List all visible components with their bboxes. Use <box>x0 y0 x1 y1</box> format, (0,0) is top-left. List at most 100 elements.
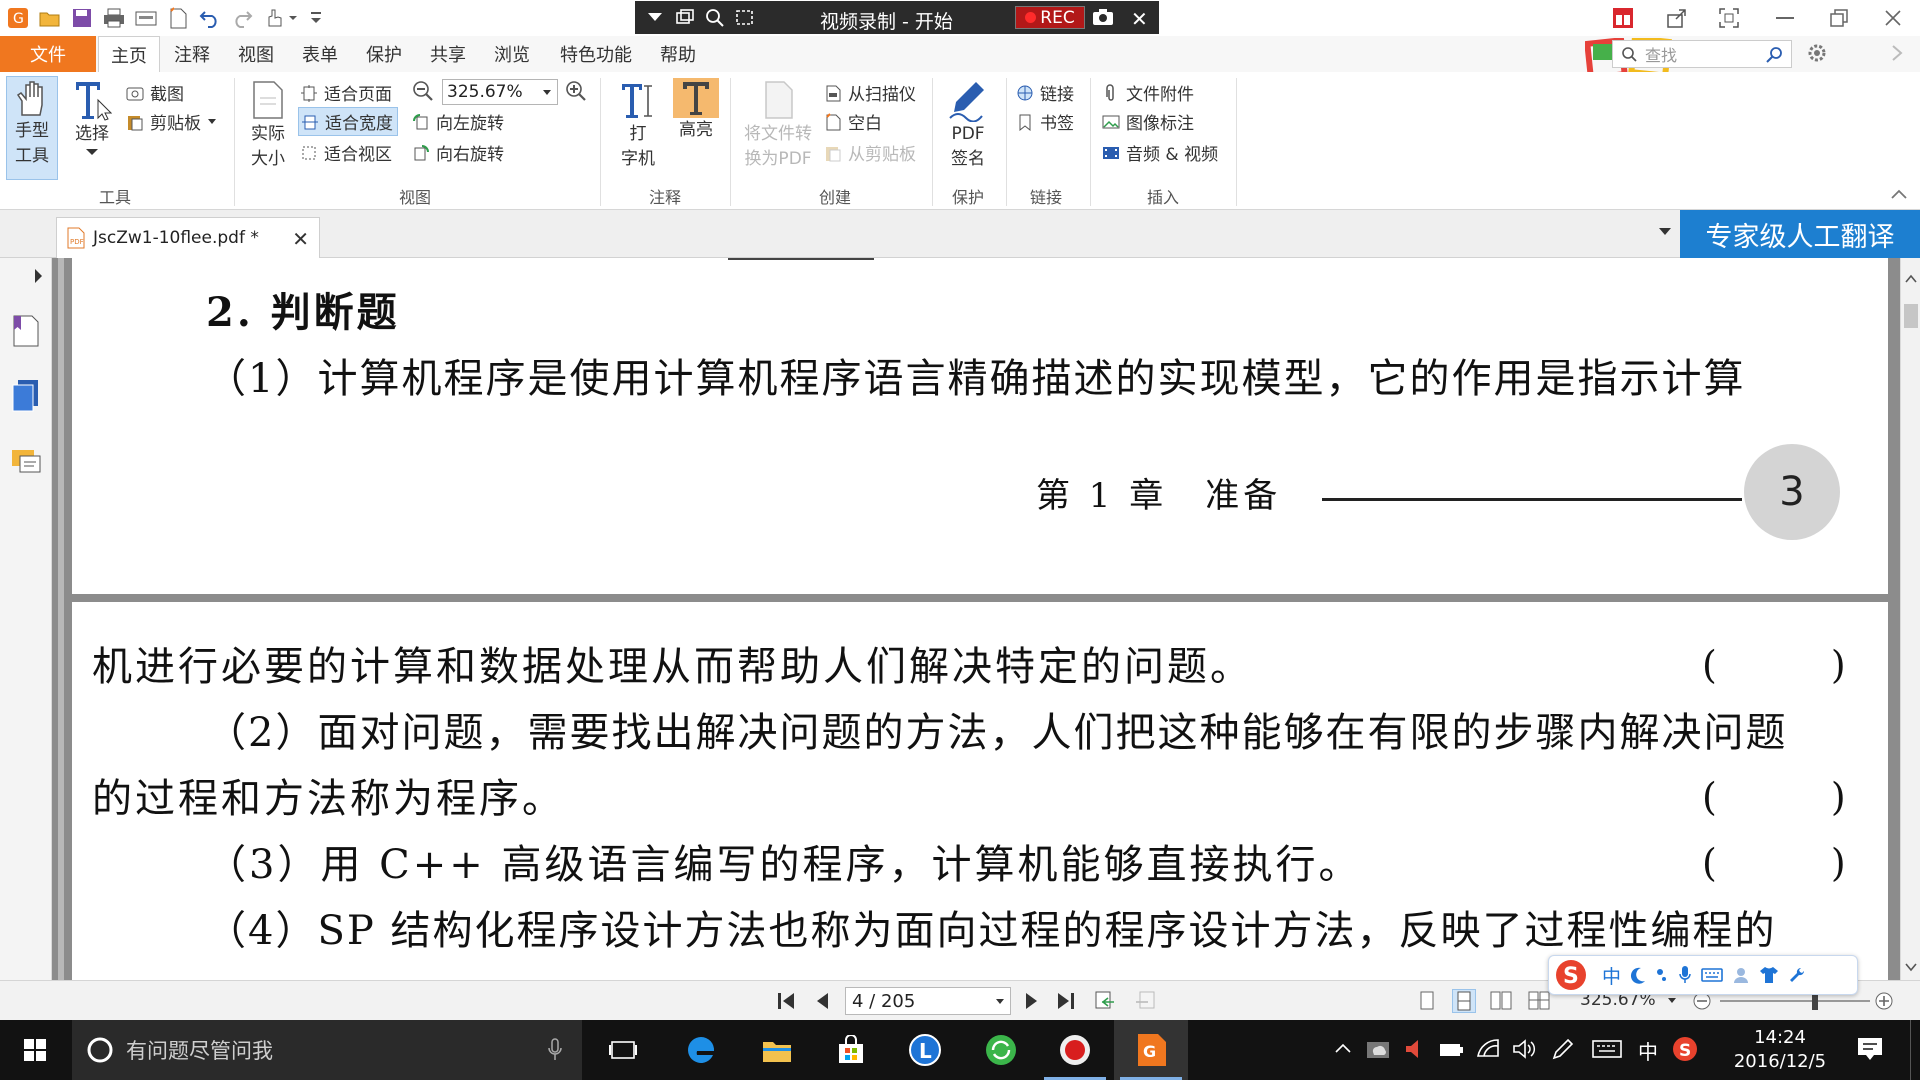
ime-user-icon[interactable] <box>1732 966 1750 984</box>
blank-page-button[interactable]: 空白 <box>824 109 882 134</box>
touch-keyboard-tray-icon[interactable] <box>1592 1038 1622 1060</box>
pages-panel-icon[interactable] <box>10 378 42 412</box>
ime-toolbar[interactable]: S 中 <box>1548 955 1858 995</box>
previous-view-icon[interactable] <box>1094 990 1116 1012</box>
typewriter-button[interactable]: 打 字机 <box>610 76 666 172</box>
record-button[interactable]: REC <box>1015 6 1085 29</box>
bookmarks-panel-icon[interactable] <box>10 314 42 348</box>
scroll-thumb[interactable] <box>1904 304 1918 328</box>
share-icon[interactable] <box>1662 4 1692 32</box>
fit-width-button[interactable]: 适合宽度 <box>298 107 398 136</box>
highlight-button[interactable]: 高亮 <box>670 76 722 143</box>
menu-features[interactable]: 特色功能 <box>548 36 644 72</box>
from-scanner-button[interactable]: 从扫描仪 <box>824 80 916 105</box>
open-folder-icon[interactable] <box>38 6 62 30</box>
action-center-icon[interactable] <box>1856 1036 1884 1062</box>
undo-icon[interactable] <box>198 6 222 30</box>
recorder-region-icon[interactable] <box>735 9 755 27</box>
zoom-slider-track[interactable] <box>1720 1000 1870 1002</box>
next-view-icon[interactable] <box>1134 990 1156 1012</box>
clipboard-dropdown-icon[interactable] <box>207 118 217 126</box>
battery-tray-icon[interactable] <box>1438 1038 1464 1060</box>
first-page-icon[interactable] <box>776 991 796 1011</box>
gift-icon[interactable] <box>1608 4 1638 32</box>
foxit-reader-app-icon[interactable]: G <box>1114 1020 1188 1080</box>
convert-to-pdf-button[interactable]: 将文件转 换为PDF <box>738 76 818 172</box>
restore-icon[interactable] <box>1824 4 1854 32</box>
page-dropdown-icon[interactable] <box>995 998 1005 1006</box>
zoom-combobox[interactable]: 325.67% <box>442 79 558 105</box>
recorder-window-icon[interactable] <box>675 8 695 26</box>
system-clock[interactable]: 14:24 2016/12/5 <box>1720 1026 1840 1074</box>
wifi-tray-icon[interactable] <box>1476 1038 1500 1060</box>
pen-tray-icon[interactable] <box>1552 1038 1574 1060</box>
scan-icon[interactable] <box>134 6 158 30</box>
store-icon[interactable] <box>814 1020 888 1080</box>
ime-keyboard-icon[interactable] <box>1701 967 1723 983</box>
screenshot-button[interactable]: 截图 <box>126 80 184 105</box>
menu-share[interactable]: 共享 <box>420 36 476 72</box>
screen-recorder-app-icon[interactable] <box>1038 1020 1112 1080</box>
last-page-icon[interactable] <box>1056 991 1078 1011</box>
clipboard-button[interactable]: 剪贴板 <box>126 109 217 134</box>
recorder-menu-icon[interactable] <box>647 10 663 24</box>
settings-gear-icon[interactable] <box>1806 42 1828 64</box>
green-refresh-app-icon[interactable] <box>964 1020 1038 1080</box>
save-icon[interactable] <box>70 6 94 30</box>
select-dropdown-icon[interactable] <box>66 147 118 159</box>
page-number-input[interactable]: 4 / 205 <box>845 987 1011 1015</box>
menu-protect[interactable]: 保护 <box>356 36 412 72</box>
menu-file[interactable]: 文件 <box>0 36 96 72</box>
hand-dropdown-icon[interactable] <box>264 6 304 30</box>
recorder-close-icon[interactable]: ✕ <box>1131 7 1148 31</box>
fullscreen-icon[interactable] <box>1714 4 1744 32</box>
zoom-in-icon[interactable] <box>565 80 587 102</box>
continuous-facing-view-icon[interactable] <box>1528 991 1550 1011</box>
collapse-ribbon-icon[interactable] <box>1890 188 1908 200</box>
close-window-icon[interactable] <box>1878 4 1908 32</box>
status-zoom-dropdown-icon[interactable] <box>1667 997 1677 1005</box>
menu-view[interactable]: 视图 <box>228 36 284 72</box>
document-viewport[interactable]: 2. 判断题 （1）计算机程序是使用计算机程序语言精确描述的实现模型，它的作用是… <box>52 258 1900 980</box>
expand-panel-icon[interactable] <box>34 268 44 284</box>
continuous-view-icon[interactable] <box>1452 989 1476 1013</box>
ime-microphone-icon[interactable] <box>1678 965 1692 985</box>
file-attachment-button[interactable]: 文件附件 <box>1102 80 1194 105</box>
vertical-scrollbar[interactable] <box>1900 258 1920 980</box>
ime-punctuation-icon[interactable] <box>1655 967 1669 983</box>
zoom-dropdown-icon[interactable] <box>542 89 552 97</box>
actual-size-button[interactable]: 实际 大小 <box>244 76 292 172</box>
zoom-out-icon[interactable] <box>412 80 434 102</box>
edge-browser-icon[interactable] <box>664 1020 738 1080</box>
select-tool-button[interactable]: 选择 <box>66 76 118 159</box>
search-go-icon[interactable] <box>1765 46 1783 64</box>
print-icon[interactable] <box>102 6 126 30</box>
hand-tool-button[interactable]: 手型 工具 <box>6 76 58 180</box>
scroll-up-icon[interactable] <box>1905 274 1917 284</box>
ime-language-label[interactable]: 中 <box>1602 962 1621 989</box>
customize-toolbar-icon[interactable] <box>304 6 328 30</box>
translate-service-button[interactable]: 专家级人工翻译 <box>1680 210 1920 258</box>
single-page-view-icon[interactable] <box>1418 991 1436 1011</box>
audio-video-button[interactable]: 音频 & 视频 <box>1102 140 1218 165</box>
volume-tray-icon[interactable] <box>1512 1038 1536 1060</box>
sogou-tray-icon[interactable]: S <box>1672 1036 1698 1062</box>
fit-page-button[interactable]: 适合页面 <box>300 80 392 105</box>
task-view-icon[interactable] <box>586 1020 660 1080</box>
microphone-icon[interactable] <box>548 1038 562 1062</box>
menu-help[interactable]: 帮助 <box>650 36 706 72</box>
speaker-muted-tray-icon[interactable] <box>1404 1038 1426 1060</box>
from-clipboard-button[interactable]: 从剪贴板 <box>824 140 916 165</box>
next-page-icon[interactable] <box>1024 991 1040 1011</box>
previous-page-icon[interactable] <box>814 991 830 1011</box>
show-desktop-button[interactable] <box>1910 1020 1920 1080</box>
status-zoom-in-icon[interactable] <box>1874 991 1894 1011</box>
new-document-icon[interactable] <box>166 6 190 30</box>
facing-view-icon[interactable] <box>1490 991 1512 1011</box>
cortana-search-box[interactable]: 有问题尽管问我 <box>72 1020 582 1080</box>
ribbon-scroll-right-icon[interactable] <box>1890 44 1904 62</box>
tab-list-dropdown-icon[interactable] <box>1658 227 1672 237</box>
pdf-sign-button[interactable]: PDF 签名 <box>940 76 996 172</box>
ime-moon-icon[interactable] <box>1630 966 1646 984</box>
camera-icon[interactable] <box>1091 7 1115 27</box>
